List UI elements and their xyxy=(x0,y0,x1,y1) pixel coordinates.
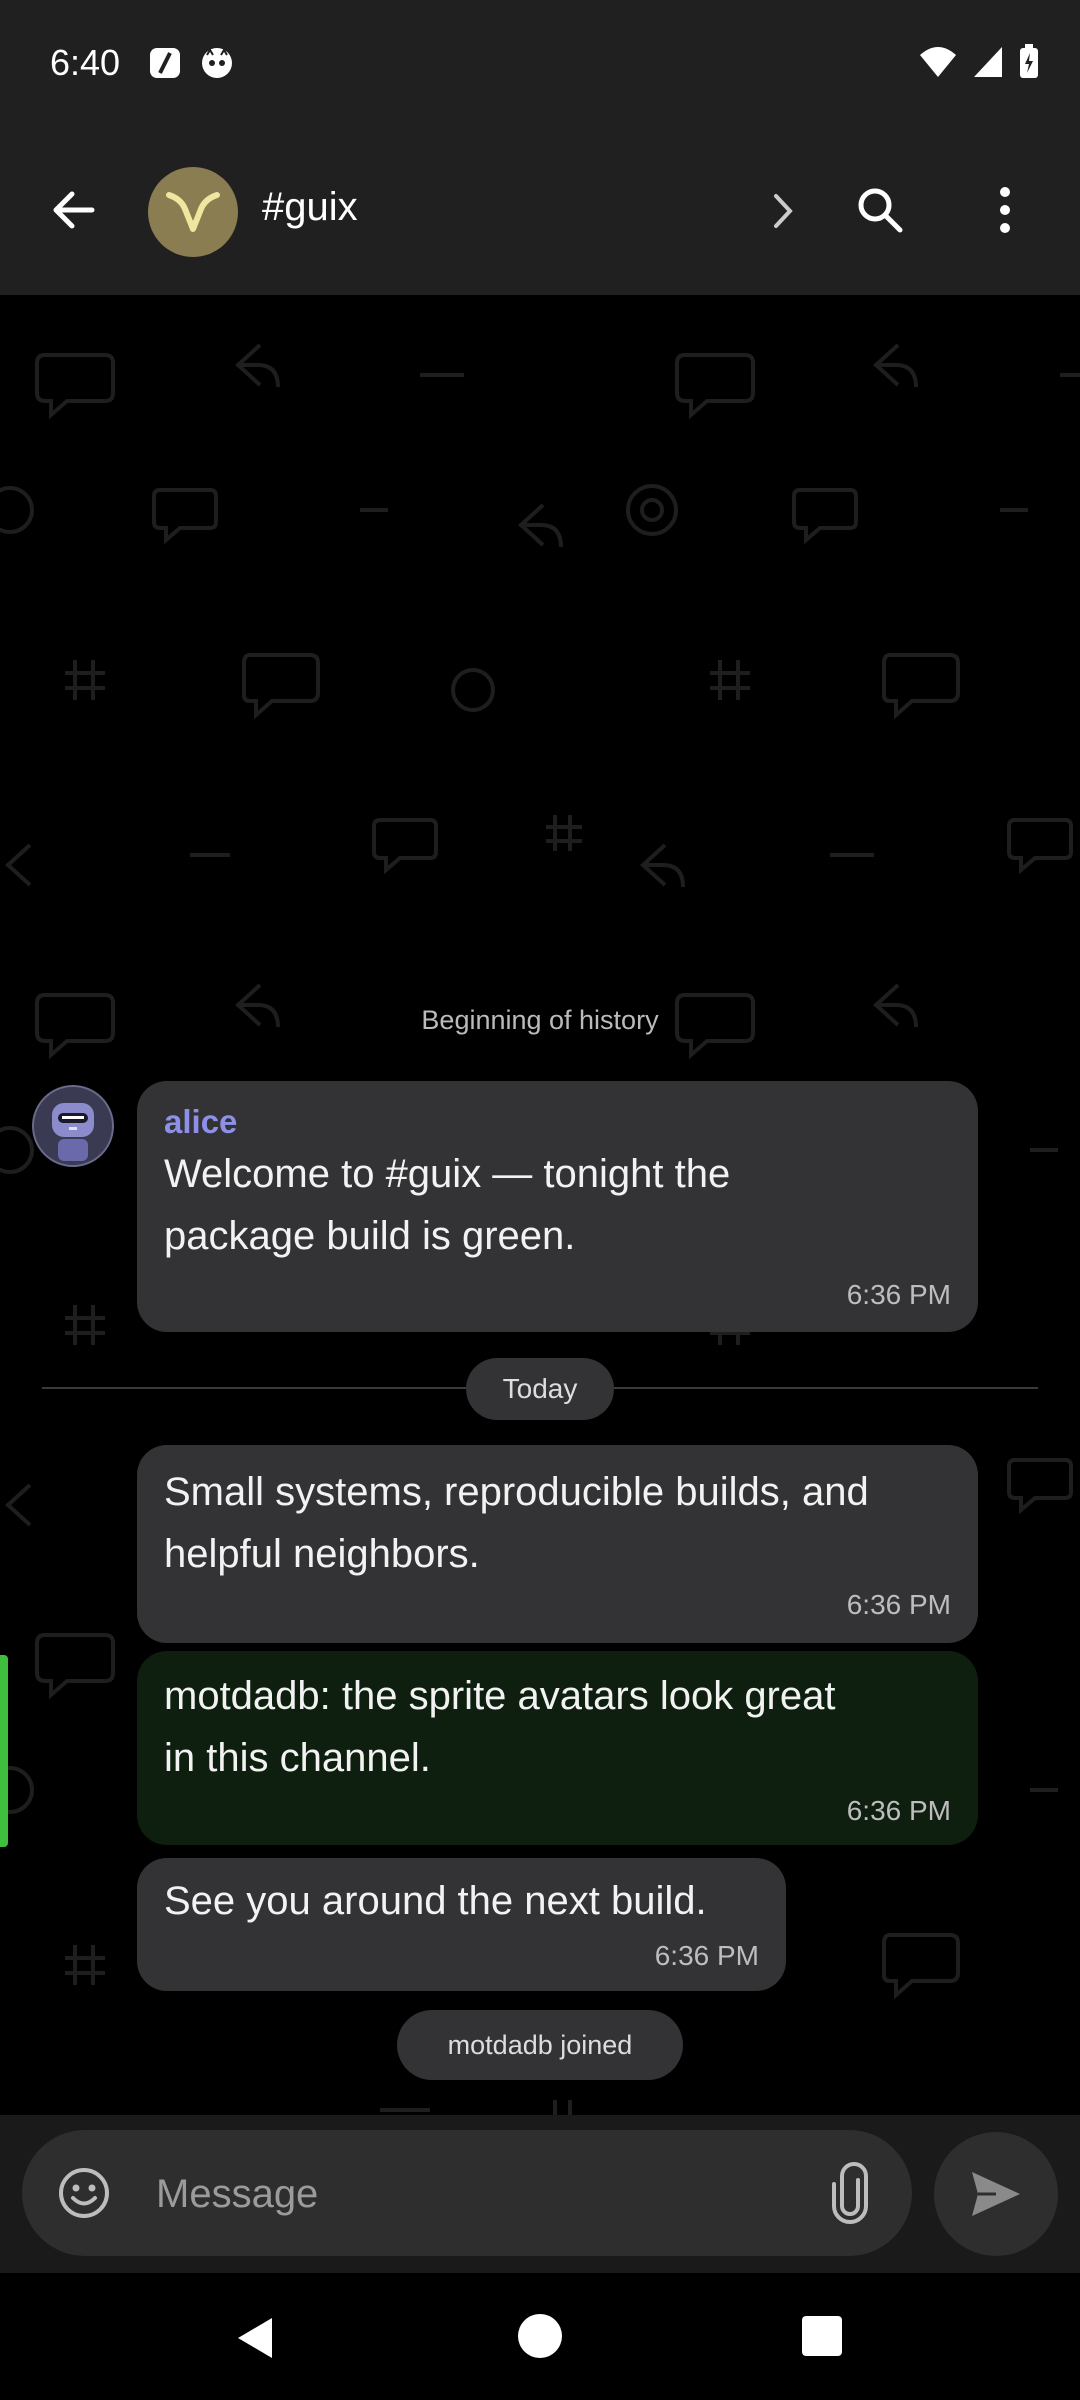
message-time: 6:36 PM xyxy=(846,1279,951,1310)
channel-header: #guix xyxy=(0,130,1080,295)
message-bubble[interactable]: See you around the next build. 6:36 PM xyxy=(137,1858,786,1991)
cell-signal-icon xyxy=(974,47,1002,77)
message-text-line: Welcome to #guix — tonight the xyxy=(164,1152,731,1196)
message-text-line: package build is green. xyxy=(164,1214,576,1258)
avatar[interactable] xyxy=(32,1085,114,1167)
message-sender[interactable]: alice xyxy=(164,1103,237,1141)
channel-avatar[interactable] xyxy=(148,167,238,257)
message-text-line: Small systems, reproducible builds, and xyxy=(164,1470,869,1514)
status-time: 6:40 xyxy=(50,42,121,83)
message-time: 6:36 PM xyxy=(846,1589,951,1620)
mention-highlight-bar xyxy=(0,1655,8,1847)
message-composer xyxy=(0,2115,1080,2273)
message-field-container[interactable] xyxy=(22,2130,912,2256)
system-nav-bar xyxy=(0,2273,1080,2400)
message-list[interactable]: Beginning of history alice Welcome to #g… xyxy=(0,295,1080,2115)
message-input[interactable] xyxy=(154,2158,808,2230)
message-text-line: in this channel. xyxy=(164,1736,431,1780)
message-bubble-highlighted[interactable]: motdadb: the sprite avatars look great i… xyxy=(137,1651,978,1845)
send-button[interactable] xyxy=(934,2132,1058,2256)
horns-logo-icon xyxy=(166,192,220,232)
message-time: 6:36 PM xyxy=(654,1940,759,1971)
wifi-icon xyxy=(920,47,956,77)
battery-charging-icon xyxy=(1020,44,1038,78)
nav-back-icon[interactable] xyxy=(230,2313,280,2363)
date-divider: Today xyxy=(466,1358,614,1420)
nav-recents-icon[interactable] xyxy=(801,2315,843,2357)
message-text-line: motdadb: the sprite avatars look great xyxy=(164,1674,836,1718)
cat-app-icon xyxy=(202,48,232,78)
robot-avatar-icon xyxy=(32,1085,114,1167)
emoji-icon[interactable] xyxy=(56,2165,112,2221)
back-arrow-icon[interactable] xyxy=(44,180,104,240)
message-text-line: See you around the next build. xyxy=(164,1879,707,1923)
attachment-icon[interactable] xyxy=(822,2162,878,2226)
member-joined-event: motdadb joined xyxy=(397,2010,683,2080)
beginning-of-history: Beginning of history xyxy=(421,1005,659,1035)
chevron-right-icon[interactable] xyxy=(758,186,808,236)
message-time: 6:36 PM xyxy=(846,1795,951,1826)
status-bar: 6:40 xyxy=(0,0,1080,130)
message-bubble[interactable]: alice Welcome to #guix — tonight the pac… xyxy=(137,1081,978,1332)
channel-title[interactable]: #guix xyxy=(262,185,358,230)
message-text-line: helpful neighbors. xyxy=(164,1532,480,1576)
more-vert-icon[interactable] xyxy=(990,180,1020,240)
message-bubble[interactable]: Small systems, reproducible builds, and … xyxy=(137,1445,978,1643)
nav-home-icon[interactable] xyxy=(517,2313,563,2359)
send-icon xyxy=(972,2172,1020,2216)
feather-app-icon xyxy=(150,48,180,78)
search-icon[interactable] xyxy=(852,182,908,238)
